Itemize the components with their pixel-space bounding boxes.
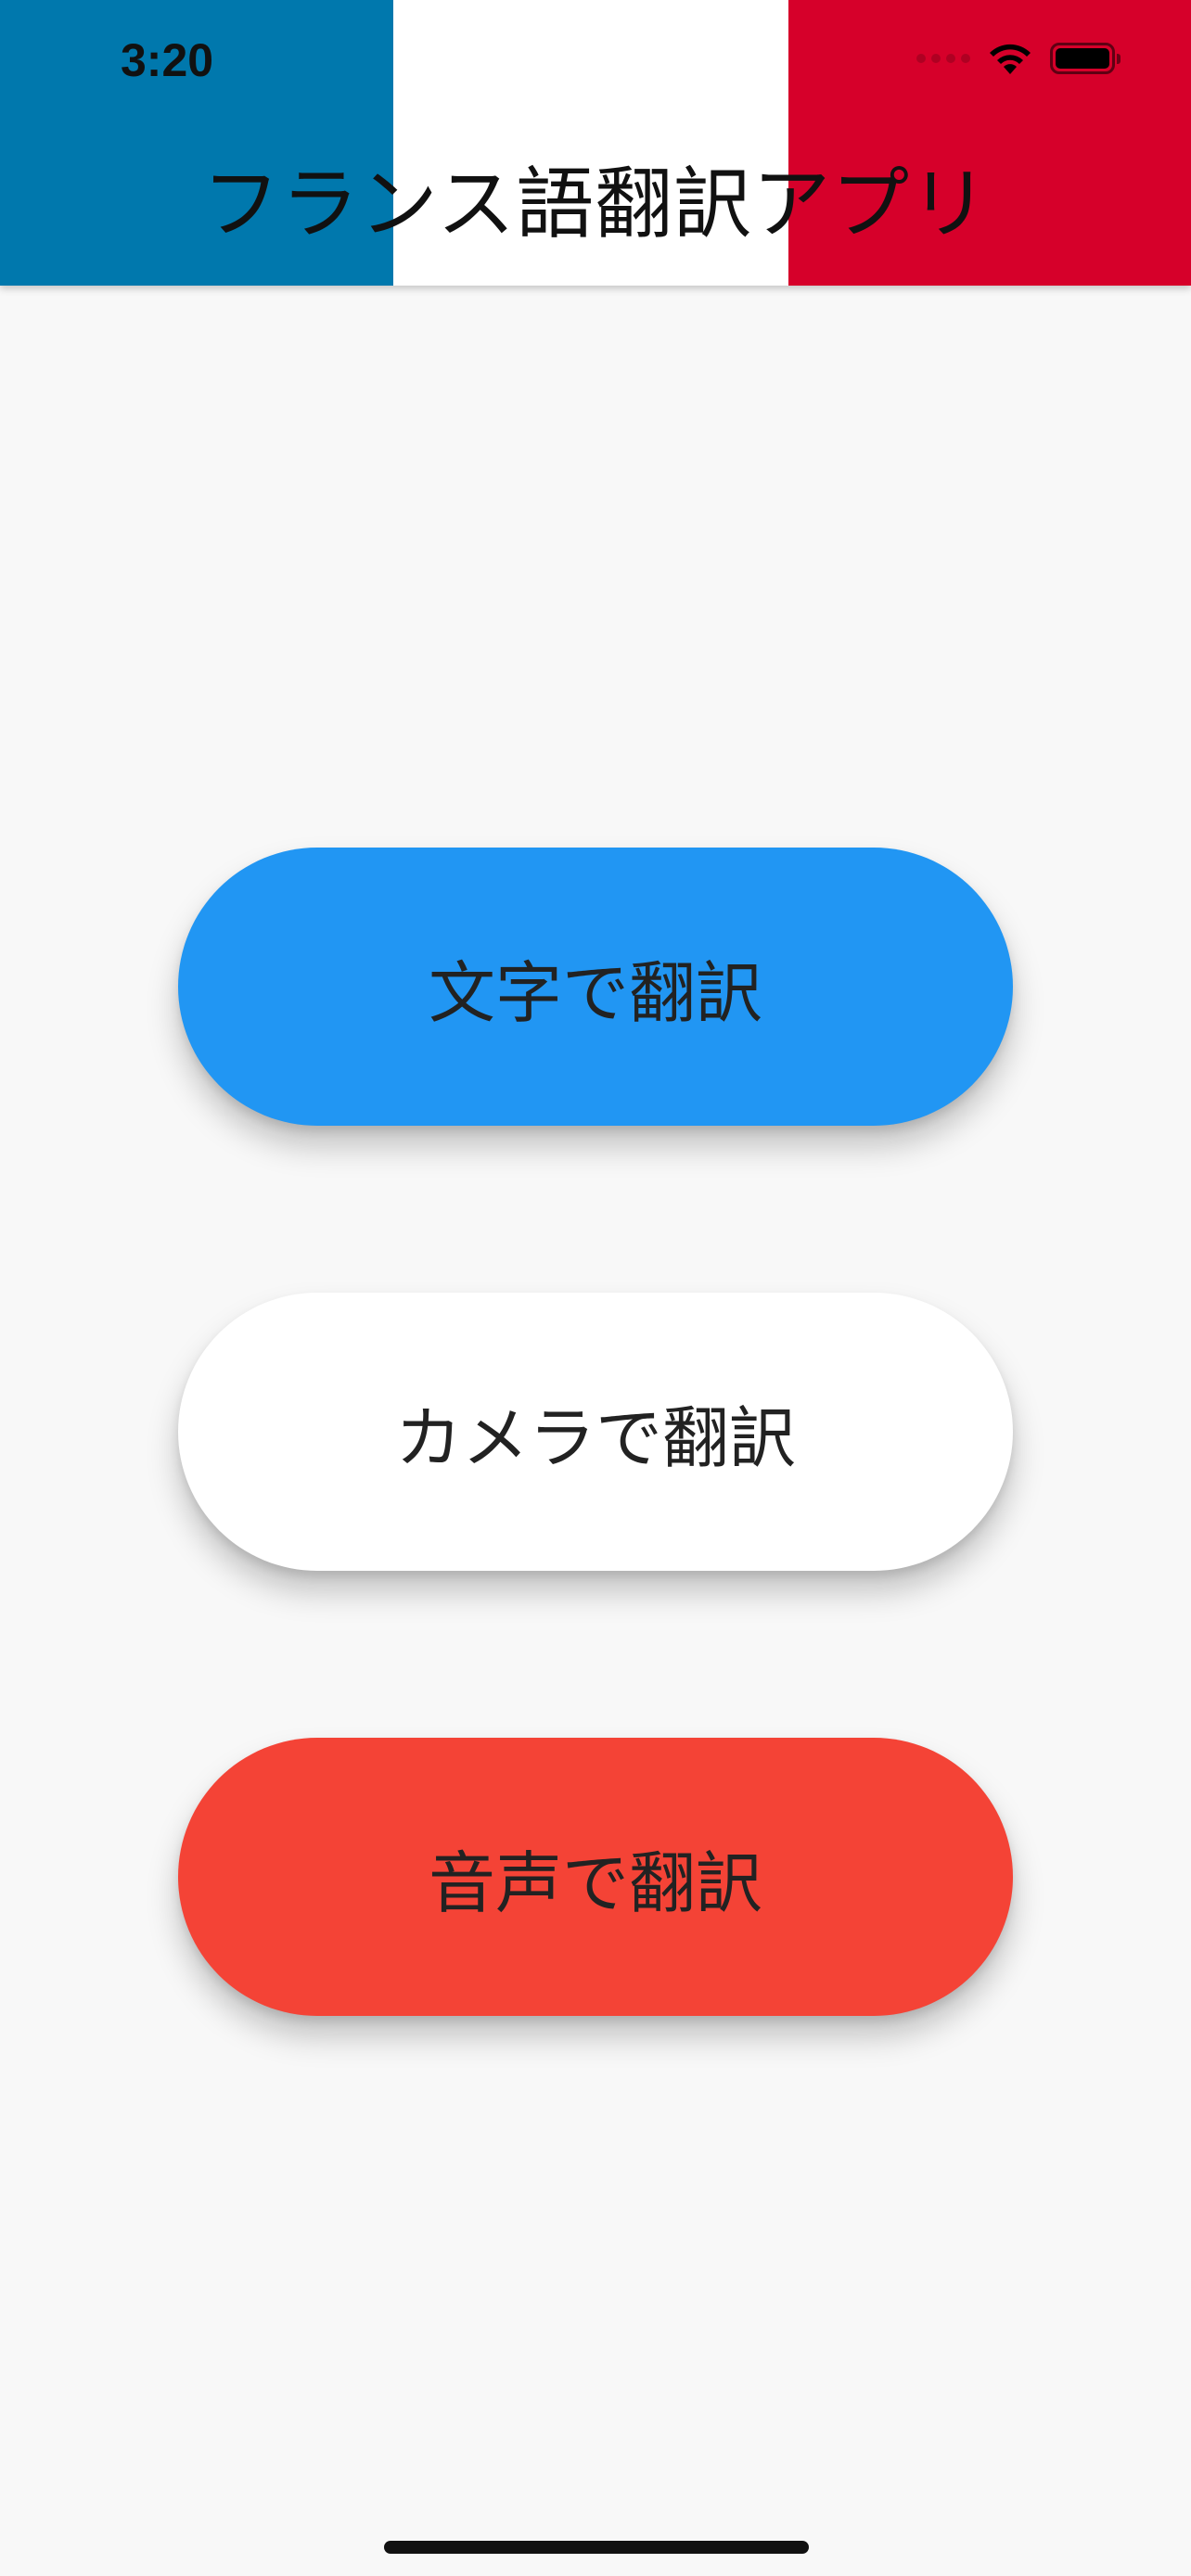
camera-translate-button[interactable]: カメラで翻訳 (178, 1293, 1013, 1571)
voice-translate-button[interactable]: 音声で翻訳 (178, 1738, 1013, 2016)
page-title: フランス語翻訳アプリ (201, 159, 990, 249)
cellular-signal-icon (916, 54, 970, 63)
wifi-icon (990, 44, 1031, 74)
battery-icon (1050, 43, 1121, 74)
home-indicator[interactable] (384, 2541, 809, 2554)
status-time: 3:20 (121, 34, 214, 86)
status-icons (916, 41, 1121, 76)
text-translate-button[interactable]: 文字で翻訳 (178, 848, 1013, 1126)
